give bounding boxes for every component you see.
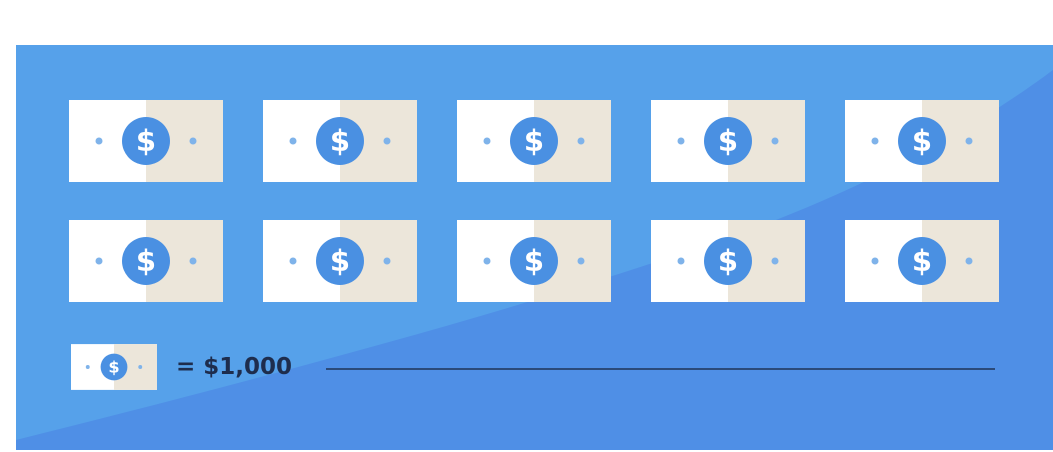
bill-dot-left bbox=[85, 365, 90, 369]
legend: $ = $1,000 bbox=[16, 45, 1053, 450]
dollar-sign: $ bbox=[108, 358, 119, 377]
legend-value-label: = $1,000 bbox=[176, 354, 293, 380]
infographic-panel: $ $ $ $ $ $ $ $ $ $ $ = $1,000 bbox=[16, 45, 1053, 450]
bill-dot-right bbox=[138, 365, 143, 369]
legend-bill-icon: $ bbox=[71, 344, 157, 390]
legend-divider-line bbox=[326, 368, 995, 370]
